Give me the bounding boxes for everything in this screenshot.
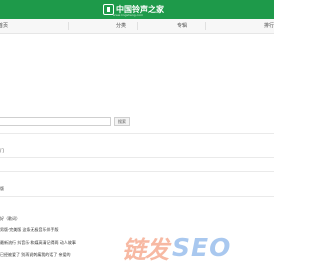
- list-item[interactable]: 最新流行 抖音乐·和媒高清记得两 动人故事: [0, 240, 76, 246]
- watermark-cn: 链发: [122, 235, 169, 264]
- nav-divider: [137, 22, 138, 30]
- list-item[interactable]: 好（歌词）: [0, 216, 20, 222]
- divider: [0, 133, 274, 134]
- divider: [0, 196, 274, 197]
- top-header-bar: 中国铃声之家 www.lingsheng.com: [0, 0, 274, 19]
- watermark-en: SEO: [172, 232, 232, 262]
- divider: [0, 157, 274, 158]
- list-item[interactable]: 门: [0, 148, 4, 154]
- watermark-logo: 链发 SEO: [122, 232, 232, 264]
- search-input[interactable]: [0, 117, 111, 126]
- search-button[interactable]: 搜索: [114, 117, 130, 126]
- list-item[interactable]: 男版·完美版 这条无极音乐伴手版: [0, 227, 59, 233]
- logo-subtext: www.lingsheng.com: [113, 13, 143, 17]
- main-nav: 首页 分类 专辑 排行: [0, 19, 274, 34]
- list-item[interactable]: 版: [0, 186, 4, 192]
- nav-divider: [68, 22, 69, 30]
- divider: [0, 171, 274, 172]
- nav-item-home[interactable]: 首页: [0, 19, 8, 33]
- nav-divider: [205, 22, 206, 30]
- nav-item-category[interactable]: 分类: [116, 19, 126, 33]
- nav-item-ranking[interactable]: 排行: [264, 19, 274, 33]
- nav-item-album[interactable]: 专辑: [177, 19, 187, 33]
- list-item[interactable]: 已经被爱了 别再说刺痛我的话了 亲爱的: [0, 252, 71, 258]
